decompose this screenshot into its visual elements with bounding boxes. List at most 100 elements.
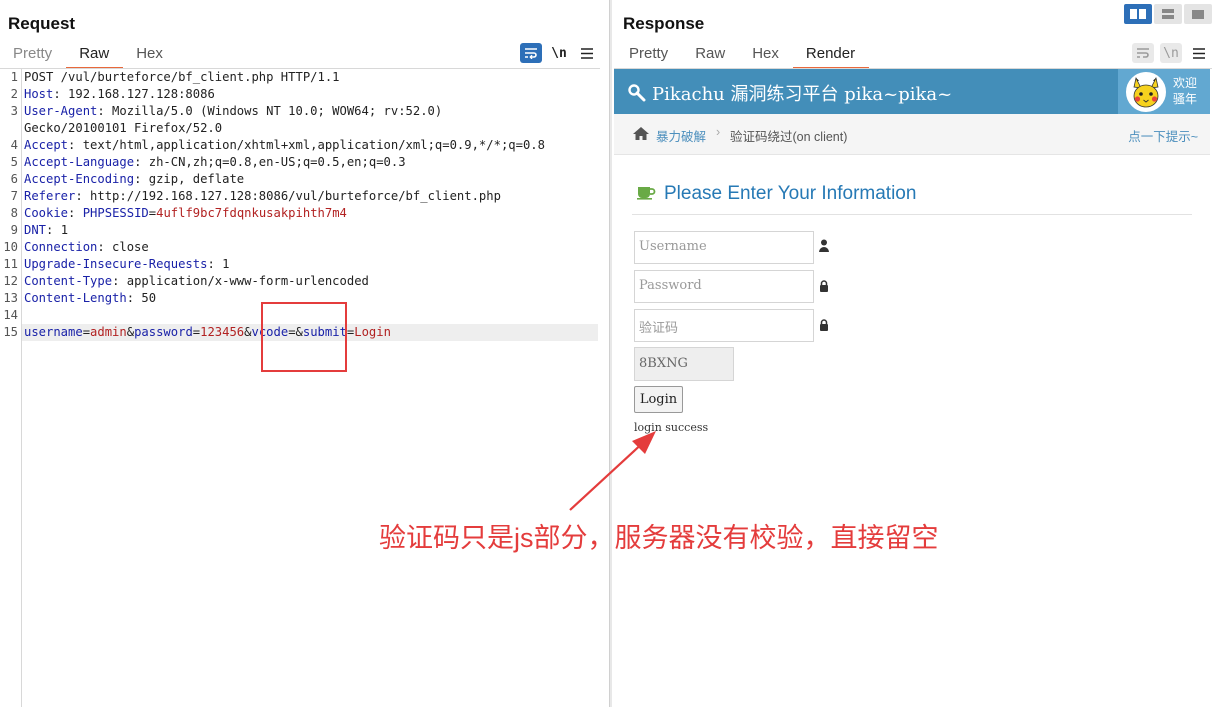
login-result-message: login success	[634, 421, 709, 434]
code-token: &	[126, 325, 135, 339]
single-pane-icon[interactable]	[1184, 4, 1212, 24]
brand-text: Pikachu 漏洞练习平台 pika~pika~	[652, 84, 953, 105]
hamburger-menu-icon[interactable]	[1188, 43, 1210, 63]
request-tab-raw[interactable]: Raw	[66, 44, 124, 69]
code-token: admin	[90, 325, 127, 339]
code-token: :	[68, 206, 83, 220]
line-code: Referer: http://192.168.127.128:8086/vul…	[24, 188, 501, 205]
code-line[interactable]: 3 User-Agent: Mozilla/5.0 (Windows NT 10.…	[0, 103, 600, 120]
code-line[interactable]: 2 Host: 192.168.127.128:8086	[0, 86, 600, 103]
line-number: 15	[3, 325, 18, 339]
breadcrumb-section[interactable]: 暴力破解	[656, 126, 706, 145]
code-line[interactable]: 4 Accept: text/html,application/xhtml+xml…	[0, 137, 600, 154]
code-line[interactable]: 12 Content-Type: application/x-www-form-u…	[0, 273, 600, 290]
line-code: User-Agent: Mozilla/5.0 (Windows NT 10.0…	[24, 103, 442, 120]
line-number: 6	[10, 172, 18, 186]
wrap-lines-icon[interactable]	[520, 43, 542, 63]
code-line[interactable]: 1 POST /vul/burteforce/bf_client.php HTTP…	[0, 69, 600, 86]
split-horizontal-icon[interactable]	[1124, 4, 1152, 24]
code-token: Accept	[24, 138, 69, 152]
welcome-line-1: 欢迎	[1173, 76, 1198, 90]
wrench-icon	[628, 84, 646, 107]
line-code: Upgrade-Insecure-Requests: 1	[24, 256, 229, 273]
code-token: DNT	[24, 223, 47, 237]
line-number: 4	[10, 138, 18, 152]
welcome-line-2: 骚年	[1173, 92, 1198, 106]
code-token: : zh-CN,zh;q=0.8,en-US;q=0.5,en;q=0.3	[134, 155, 406, 169]
request-tab-hex[interactable]: Hex	[123, 44, 177, 66]
code-token: Content-Type	[24, 274, 113, 288]
login-button[interactable]: Login	[634, 386, 683, 413]
response-tab-hex[interactable]: Hex	[739, 44, 793, 66]
code-token: username	[24, 325, 83, 339]
code-token: 123456	[200, 325, 245, 339]
line-number: 11	[3, 257, 18, 271]
code-line[interactable]: 6 Accept-Encoding: gzip, deflate	[0, 171, 600, 188]
heading-divider	[632, 214, 1192, 215]
line-number: 2	[10, 87, 18, 101]
avatar	[1126, 72, 1166, 112]
line-number: 5	[10, 155, 18, 169]
split-vertical-icon[interactable]	[1154, 4, 1182, 24]
line-number: 9	[10, 223, 18, 237]
line-code: Host: 192.168.127.128:8086	[24, 86, 215, 103]
lock-icon	[819, 279, 829, 297]
lock-icon	[819, 318, 829, 336]
code-token: Cookie	[24, 206, 69, 220]
code-token: : gzip, deflate	[134, 172, 245, 186]
code-token: 4uflf9bc7fdqnkusakpihth7m4	[156, 206, 347, 220]
request-title: Request	[8, 14, 76, 33]
welcome-text: 欢迎 骚年	[1173, 75, 1197, 107]
code-token: : application/x-www-form-urlencoded	[112, 274, 369, 288]
captcha-display[interactable]: 8BXNG	[634, 347, 734, 381]
code-line[interactable]: 10 Connection: close	[0, 239, 600, 256]
code-token: Connection	[24, 240, 98, 254]
brand[interactable]: Pikachu 漏洞练习平台 pika~pika~	[628, 80, 952, 107]
hamburger-menu-icon[interactable]	[576, 43, 598, 63]
line-number: 13	[3, 291, 18, 305]
wrap-lines-icon[interactable]	[1132, 43, 1154, 63]
line-code: Cookie: PHPSESSID=4uflf9bc7fdqnkusakpiht…	[24, 205, 347, 222]
username-input[interactable]: Username	[634, 231, 814, 264]
request-tab-pretty[interactable]: Pretty	[0, 44, 66, 66]
code-token: =	[82, 325, 91, 339]
form-title: Please Enter Your Information	[664, 183, 917, 204]
code-token: Login	[354, 325, 391, 339]
code-line[interactable]: 7 Referer: http://192.168.127.128:8086/vu…	[0, 188, 600, 205]
code-token: PHPSESSID	[82, 206, 149, 220]
breadcrumb: 暴力破解 › 验证码绕过(on client) 点一下提示~	[614, 114, 1210, 155]
code-token: : 50	[126, 291, 157, 305]
code-line[interactable]: 11 Upgrade-Insecure-Requests: 1	[0, 256, 600, 273]
code-token: password	[134, 325, 193, 339]
code-token: User-Agent	[24, 104, 98, 118]
line-code: DNT: 1	[24, 222, 68, 239]
code-token: =	[148, 206, 157, 220]
user-menu[interactable]: 欢迎 骚年	[1118, 69, 1210, 114]
response-tab-render[interactable]: Render	[792, 44, 870, 69]
newline-toggle-button[interactable]: \n	[548, 43, 570, 63]
code-line[interactable]: 9 DNT: 1	[0, 222, 600, 239]
code-line[interactable]: 8 Cookie: PHPSESSID=4uflf9bc7fdqnkusakpih…	[0, 205, 600, 222]
vcode-input[interactable]: 验证码	[634, 309, 814, 342]
newline-toggle-button[interactable]: \n	[1160, 43, 1182, 63]
response-tab-pretty[interactable]: Pretty	[616, 44, 682, 66]
line-number: 7	[10, 189, 18, 203]
line-code: Accept-Encoding: gzip, deflate	[24, 171, 244, 188]
password-input[interactable]: Password	[634, 270, 814, 303]
pikachu-header: Pikachu 漏洞练习平台 pika~pika~ 欢迎 骚年	[614, 69, 1210, 114]
code-token: Content-Length	[24, 291, 127, 305]
code-line[interactable]: 5 Accept-Language: zh-CN,zh;q=0.8,en-US;q…	[0, 154, 600, 171]
line-number: 10	[3, 240, 18, 254]
line-number: 14	[3, 308, 18, 322]
vcode-highlight-box	[261, 302, 347, 372]
response-title: Response	[623, 14, 705, 33]
line-number: 1	[10, 70, 18, 84]
code-line[interactable]: Gecko/20100101 Firefox/52.0	[0, 120, 600, 137]
response-tab-raw[interactable]: Raw	[682, 44, 739, 66]
rendered-page: Pikachu 漏洞练习平台 pika~pika~ 欢迎 骚年 暴力破解 › 验…	[614, 68, 1212, 707]
home-icon[interactable]	[632, 126, 650, 144]
code-token: Accept-Language	[24, 155, 135, 169]
hint-link[interactable]: 点一下提示~	[1128, 126, 1198, 145]
request-editor[interactable]: 1 POST /vul/burteforce/bf_client.php HTTP…	[0, 68, 600, 707]
line-code: Content-Type: application/x-www-form-url…	[24, 273, 369, 290]
